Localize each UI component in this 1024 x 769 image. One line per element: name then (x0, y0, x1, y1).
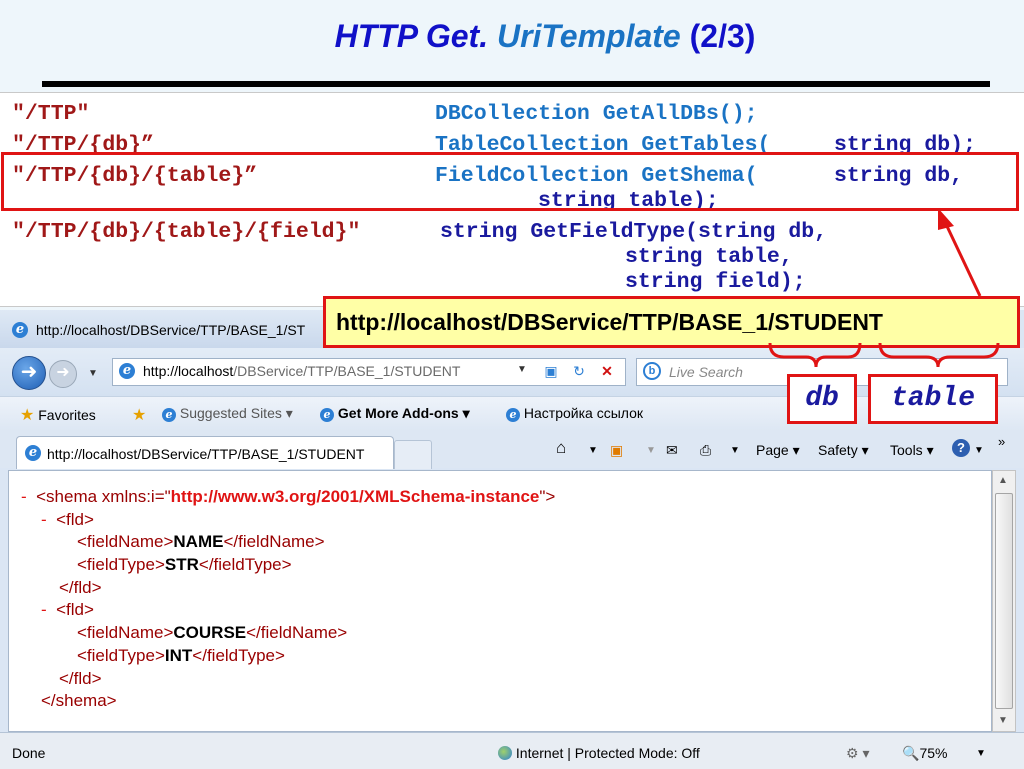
favorites-button[interactable]: ★ Favorites (20, 405, 96, 425)
print-icon[interactable]: ⎙ (700, 442, 711, 459)
xml-fld-open-1: - <fld> (41, 510, 94, 529)
new-tab-button[interactable] (394, 440, 432, 469)
title-part-3: (2/3) (689, 18, 756, 54)
signature-1: DBCollection GetAllDBs(); (435, 102, 758, 126)
print-dropdown-icon[interactable]: ▼ (730, 445, 740, 456)
recent-pages-dropdown-icon[interactable]: ▼ (88, 368, 98, 379)
highlight-box (1, 152, 1019, 211)
page-menu[interactable]: Page ▾ (756, 442, 800, 459)
collapse-toggle[interactable]: - (41, 510, 47, 529)
live-search-icon: b (643, 362, 661, 380)
compatibility-view-icon[interactable]: ▣ (541, 361, 561, 381)
stop-icon[interactable]: ✕ (597, 361, 617, 381)
home-icon[interactable]: ⌂ (556, 438, 566, 458)
scroll-up-icon[interactable]: ▲ (998, 475, 1008, 486)
title-part-1: HTTP Get. (334, 18, 489, 54)
slide-title: HTTP Get. UriTemplate (2/3) (0, 18, 1024, 55)
home-dropdown-icon[interactable]: ▼ (588, 445, 598, 456)
signature-4-cont-2: string field); (625, 270, 806, 294)
ie-logo-icon: e (12, 322, 28, 338)
protected-mode-icon[interactable]: ⚙ ▾ (846, 745, 869, 762)
link-settings-link[interactable]: e Настройка ссылок (506, 405, 643, 422)
vertical-scrollbar[interactable]: ▲ ▼ (992, 470, 1016, 732)
security-zone[interactable]: Internet | Protected Mode: Off (498, 745, 700, 761)
tab-page-icon: e (25, 445, 41, 461)
feeds-icon[interactable]: ▣ (610, 442, 623, 459)
route-4: "/TTP/{db}/{table}/{field}" (12, 220, 361, 244)
address-dropdown-icon[interactable]: ▼ (517, 364, 527, 375)
back-button[interactable]: ➜ (12, 356, 46, 390)
status-text: Done (12, 745, 46, 761)
tab-bar: e http://localhost/DBService/TTP/BASE_1/… (0, 430, 1024, 469)
zoom-dropdown-icon[interactable]: ▼ (976, 748, 986, 759)
add-favorite-icon[interactable]: ★ (132, 405, 146, 425)
globe-icon (498, 746, 512, 760)
page-icon: e (119, 363, 135, 379)
table-label: table (868, 374, 998, 424)
collapse-toggle[interactable]: - (41, 600, 47, 619)
get-more-addons-link[interactable]: e Get More Add-ons ▾ (320, 405, 470, 422)
title-part-2: UriTemplate (496, 18, 681, 54)
suggested-sites-link[interactable]: e Suggested Sites ▾ (162, 405, 293, 422)
route-1: "/TTP" (12, 102, 90, 126)
forward-button[interactable]: ➜ (49, 360, 77, 388)
tab-current[interactable]: e http://localhost/DBService/TTP/BASE_1/… (16, 436, 394, 469)
window-title: http://localhost/DBService/TTP/BASE_1/ST (36, 322, 306, 338)
scrollbar-thumb[interactable] (995, 493, 1013, 709)
help-icon[interactable]: ? (952, 439, 970, 457)
scroll-down-icon[interactable]: ▼ (998, 715, 1008, 726)
address-bar[interactable]: e http://localhost/DBService/TTP/BASE_1/… (112, 358, 626, 386)
safety-menu[interactable]: Safety ▾ (818, 442, 869, 459)
url-callout: http://localhost/DBService/TTP/BASE_1/ST… (323, 296, 1020, 348)
mail-icon[interactable]: ✉ (666, 442, 678, 459)
tab-title[interactable]: http://localhost/DBService/TTP/BASE_1/ST… (47, 446, 364, 462)
xml-fld-close-2: </fld> (59, 669, 102, 688)
xml-fld-close-1: </fld> (59, 578, 102, 597)
help-dropdown-icon[interactable]: ▼ (974, 445, 984, 456)
xml-fieldtype-2: <fieldType>INT</fieldType> (77, 646, 285, 665)
zoom-level[interactable]: 🔍75% (902, 745, 947, 762)
search-placeholder[interactable]: Live Search (669, 364, 743, 380)
status-bar: Done Internet | Protected Mode: Off ⚙ ▾ … (0, 732, 1024, 769)
signature-4-cont-1: string table, (625, 245, 793, 269)
xml-root-close: </shema> (41, 691, 117, 710)
address-url[interactable]: http://localhost/DBService/TTP/BASE_1/ST… (143, 363, 460, 379)
signature-4: string GetFieldType(string db, (440, 220, 828, 244)
xml-fieldname-2: <fieldName>COURSE</fieldName> (77, 623, 348, 642)
xml-fieldname-1: <fieldName>NAME</fieldName> (77, 532, 325, 551)
star-icon: ★ (20, 407, 35, 424)
feeds-dropdown-icon[interactable]: ▼ (646, 445, 656, 456)
title-bar: e http://localhost/DBService/TTP/BASE_1/… (0, 310, 330, 348)
page-content: - <shema xmlns:i="http://www.w3.org/2001… (8, 470, 992, 732)
xml-fieldtype-1: <fieldType>STR</fieldType> (77, 555, 292, 574)
title-divider (42, 81, 990, 87)
xml-fld-open-2: - <fld> (41, 600, 94, 619)
xml-root-line: - <shema xmlns:i="http://www.w3.org/2001… (21, 487, 556, 506)
refresh-icon[interactable]: ↻ (569, 361, 589, 381)
collapse-toggle[interactable]: - (21, 487, 27, 506)
chevron-more-icon[interactable]: » (998, 434, 1005, 449)
tools-menu[interactable]: Tools ▾ (890, 442, 934, 459)
db-label: db (787, 374, 857, 424)
